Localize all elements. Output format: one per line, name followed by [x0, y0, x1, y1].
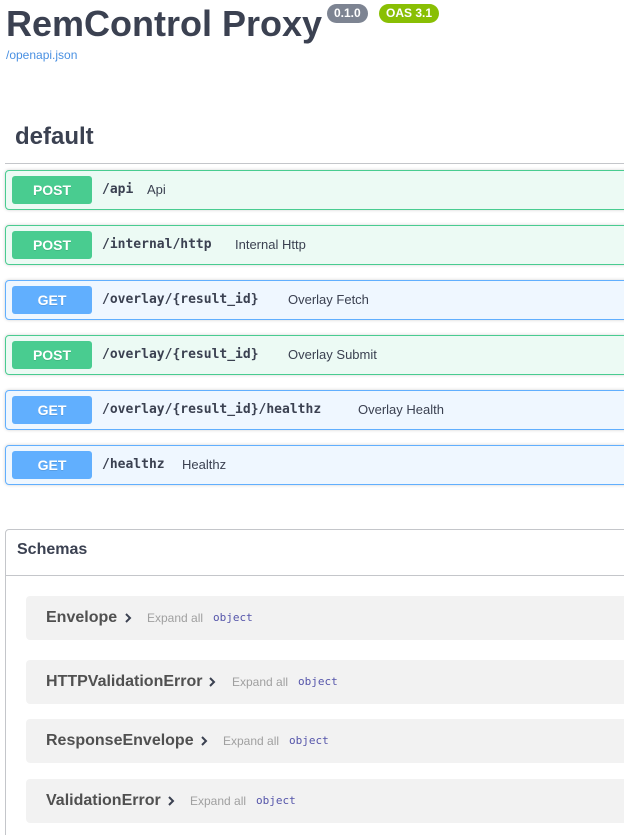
operation-path: /api	[102, 182, 134, 197]
operation-get-overlay-healthz[interactable]: GET /overlay/{result_id}/healthz Overlay…	[5, 390, 624, 430]
operation-summary: Api	[147, 182, 166, 197]
api-title: RemControl Proxy	[6, 3, 323, 44]
operation-summary: Healthz	[182, 457, 227, 472]
operation-path: /overlay/{result_id}	[102, 292, 259, 307]
version-badge: 0.1.0	[327, 4, 368, 23]
section-divider	[5, 163, 624, 164]
operation-get-overlay[interactable]: GET /overlay/{result_id} Overlay Fetch	[5, 280, 624, 320]
expand-all-button[interactable]: Expand all	[190, 779, 246, 823]
operation-get-healthz[interactable]: GET /healthz Healthz	[5, 445, 624, 485]
operation-path: /overlay/{result_id}/healthz	[102, 402, 322, 417]
operation-post-overlay[interactable]: POST /overlay/{result_id} Overlay Submit	[5, 335, 624, 375]
expand-all-button[interactable]: Expand all	[232, 660, 288, 704]
schemas-divider	[6, 575, 624, 576]
method-badge: POST	[12, 176, 92, 204]
swagger-ui-page: RemControl Proxy 0.1.0 OAS 3.1 /openapi.…	[0, 0, 624, 835]
schema-name: HTTPValidationError	[46, 673, 203, 690]
operation-summary: Overlay Health	[358, 402, 444, 417]
oas-badge: OAS 3.1	[379, 4, 440, 23]
tag-section-title[interactable]: default	[15, 122, 94, 152]
chevron-right-icon[interactable]	[198, 735, 210, 747]
method-badge: POST	[12, 341, 92, 369]
schema-name: ValidationError	[46, 792, 161, 809]
schema-envelope[interactable]: Envelope Expand all object	[26, 596, 624, 640]
schema-validationerror[interactable]: ValidationError Expand all object	[26, 779, 624, 823]
schema-responseenvelope[interactable]: ResponseEnvelope Expand all object	[26, 719, 624, 763]
expand-all-button[interactable]: Expand all	[147, 596, 203, 640]
schema-type: object	[256, 794, 296, 807]
schema-type: object	[289, 734, 329, 747]
schema-name: Envelope	[46, 609, 118, 626]
schema-httpvalidationerror[interactable]: HTTPValidationError Expand all object	[26, 660, 624, 704]
openapi-json-link[interactable]: /openapi.json	[6, 48, 77, 62]
operation-path: /overlay/{result_id}	[102, 347, 259, 362]
operation-post-internal-http[interactable]: POST /internal/http Internal Http	[5, 225, 624, 265]
method-badge: GET	[12, 286, 92, 314]
method-badge: GET	[12, 451, 92, 479]
operation-summary: Overlay Submit	[288, 347, 377, 362]
operation-post-api[interactable]: POST /api Api	[5, 170, 624, 210]
method-badge: POST	[12, 231, 92, 259]
schema-name: ResponseEnvelope	[46, 732, 194, 749]
expand-all-button[interactable]: Expand all	[223, 719, 279, 763]
method-badge: GET	[12, 396, 92, 424]
schema-type: object	[213, 611, 253, 624]
operation-path: /healthz	[102, 457, 165, 472]
chevron-right-icon[interactable]	[165, 795, 177, 807]
operation-summary: Internal Http	[235, 237, 306, 252]
operation-summary: Overlay Fetch	[288, 292, 369, 307]
schema-type: object	[298, 675, 338, 688]
chevron-right-icon[interactable]	[206, 676, 218, 688]
chevron-right-icon[interactable]	[122, 612, 134, 624]
schemas-title[interactable]: Schemas	[17, 541, 87, 559]
operation-path: /internal/http	[102, 237, 212, 252]
